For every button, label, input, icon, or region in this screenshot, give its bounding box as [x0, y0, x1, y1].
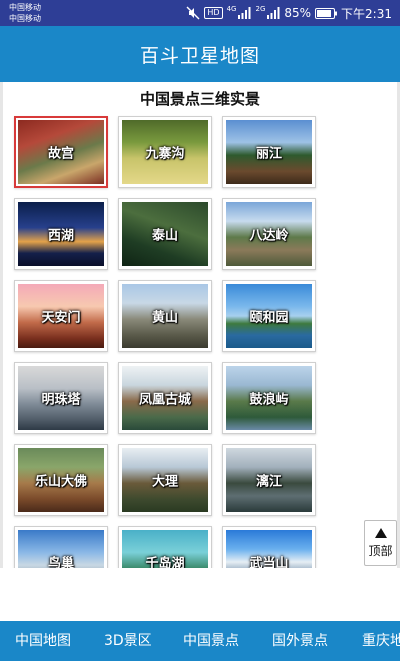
scenic-thumbnail: 黄山 [122, 284, 208, 348]
scenic-tile-label: 乐山大佛 [34, 474, 87, 490]
section-title: 中国景点三维实景 [139, 90, 260, 108]
scenic-thumbnail: 九寨沟 [122, 120, 208, 184]
scenic-thumbnail: 颐和园 [226, 284, 312, 348]
signal-icon [238, 7, 251, 19]
scenic-tile[interactable]: 黄山 [118, 280, 212, 352]
scenic-tile-label: 八达岭 [249, 228, 289, 244]
scenic-tile-label: 泰山 [151, 228, 178, 244]
carrier-label-1: 中国移动 [9, 3, 41, 12]
network-type-1: 4G [226, 5, 237, 13]
mute-icon [186, 6, 200, 20]
status-bar: 中国移动 中国移动 HD 4G 2G 85% 下午2:31 [0, 0, 400, 26]
back-to-top-button[interactable]: 顶部 [364, 520, 397, 566]
scenic-content[interactable]: 中国景点三维实景 故宫 九寨沟 丽江西湖 泰山 八达岭天安门 黄山 颐和园明珠塔 凤凰古城 鼓浪… [0, 82, 400, 568]
clock: 下午2:31 [341, 6, 392, 21]
scenic-thumbnail: 天安门 [18, 284, 104, 348]
scenic-tile-label: 黄山 [151, 310, 178, 326]
scenic-thumbnail: 漓江 [226, 448, 312, 512]
scenic-tile[interactable]: 漓江 [222, 444, 316, 516]
scenic-tile-label: 天安门 [41, 310, 81, 326]
arrow-up-icon [374, 527, 387, 538]
bottom-nav: 中国地图 3D景区 中国景点 国外景点 重庆地 [0, 621, 400, 661]
scenic-tile[interactable]: 武当山 [222, 526, 316, 568]
scenic-thumbnail: 凤凰古城 [122, 366, 208, 430]
scenic-tile-label: 凤凰古城 [138, 392, 191, 408]
scenic-thumbnail: 鼓浪屿 [226, 366, 312, 430]
scenic-tile[interactable]: 天安门 [14, 280, 108, 352]
scenic-tile[interactable]: 颐和园 [222, 280, 316, 352]
scenic-thumbnail: 武当山 [226, 530, 312, 568]
scenic-thumbnail: 大理 [122, 448, 208, 512]
scenic-tile-label: 故宫 [47, 146, 74, 162]
scenic-thumbnail: 八达岭 [226, 202, 312, 266]
scenic-tile[interactable]: 明珠塔 [14, 362, 108, 434]
scenic-tile-label: 千岛湖 [145, 556, 185, 569]
battery-icon [315, 7, 338, 19]
network-type-2: 2G [255, 5, 266, 13]
bottom-nav-item[interactable]: 3D景区 [104, 621, 152, 661]
back-to-top-label: 顶部 [368, 543, 393, 558]
scenic-tile[interactable]: 八达岭 [222, 198, 316, 270]
app-header: 百斗卫星地图 [0, 26, 400, 82]
scenic-thumbnail: 故宫 [18, 120, 104, 184]
scenic-tile-label: 大理 [151, 474, 178, 490]
scenic-thumbnail: 明珠塔 [18, 366, 104, 430]
scenic-tile[interactable]: 鼓浪屿 [222, 362, 316, 434]
carrier-label-2: 中国移动 [9, 14, 41, 23]
scenic-thumbnail: 丽江 [226, 120, 312, 184]
scenic-thumbnail: 千岛湖 [122, 530, 208, 568]
scenic-thumbnail: 泰山 [122, 202, 208, 266]
scenic-thumbnail: 乐山大佛 [18, 448, 104, 512]
scenic-tile[interactable]: 西湖 [14, 198, 108, 270]
scenic-tile[interactable]: 大理 [118, 444, 212, 516]
scenic-tile[interactable]: 丽江 [222, 116, 316, 188]
scenic-tile-label: 漓江 [255, 474, 282, 490]
scenic-tile-label: 西湖 [47, 228, 74, 244]
scenic-tile-label: 明珠塔 [41, 392, 81, 408]
scenic-tile[interactable]: 泰山 [118, 198, 212, 270]
scenic-tile[interactable]: 故宫 [14, 116, 108, 188]
scenic-tile-label: 颐和园 [249, 310, 289, 326]
bottom-nav-item[interactable]: 中国景点 [183, 621, 239, 661]
scenic-tile[interactable]: 凤凰古城 [118, 362, 212, 434]
scenic-tile-label: 鸟巢 [47, 556, 74, 569]
bottom-nav-item[interactable]: 重庆地 [362, 621, 400, 661]
ad-placeholder [0, 568, 400, 621]
bottom-nav-item[interactable]: 国外景点 [272, 621, 328, 661]
scenic-thumbnail: 西湖 [18, 202, 104, 266]
status-icons: HD 4G 2G 85% 下午2:31 [186, 0, 392, 26]
scenic-tile-label: 九寨沟 [145, 146, 185, 162]
scenic-tile-label: 鼓浪屿 [249, 392, 289, 408]
signal-icon-2 [267, 7, 280, 19]
scenic-tile[interactable]: 千岛湖 [118, 526, 212, 568]
scenic-tile-label: 武当山 [249, 556, 289, 569]
scenic-tile-label: 丽江 [255, 146, 282, 162]
scenic-tile[interactable]: 乐山大佛 [14, 444, 108, 516]
scenic-thumbnail: 鸟巢 [18, 530, 104, 568]
bottom-nav-item[interactable]: 中国地图 [15, 621, 71, 661]
scenic-tile[interactable]: 鸟巢 [14, 526, 108, 568]
scenic-tile[interactable]: 九寨沟 [118, 116, 212, 188]
app-title: 百斗卫星地图 [139, 44, 260, 67]
battery-percent: 85% [284, 6, 312, 20]
carrier-info: 中国移动 中国移动 [9, 2, 41, 24]
hd-badge: HD [204, 7, 223, 19]
